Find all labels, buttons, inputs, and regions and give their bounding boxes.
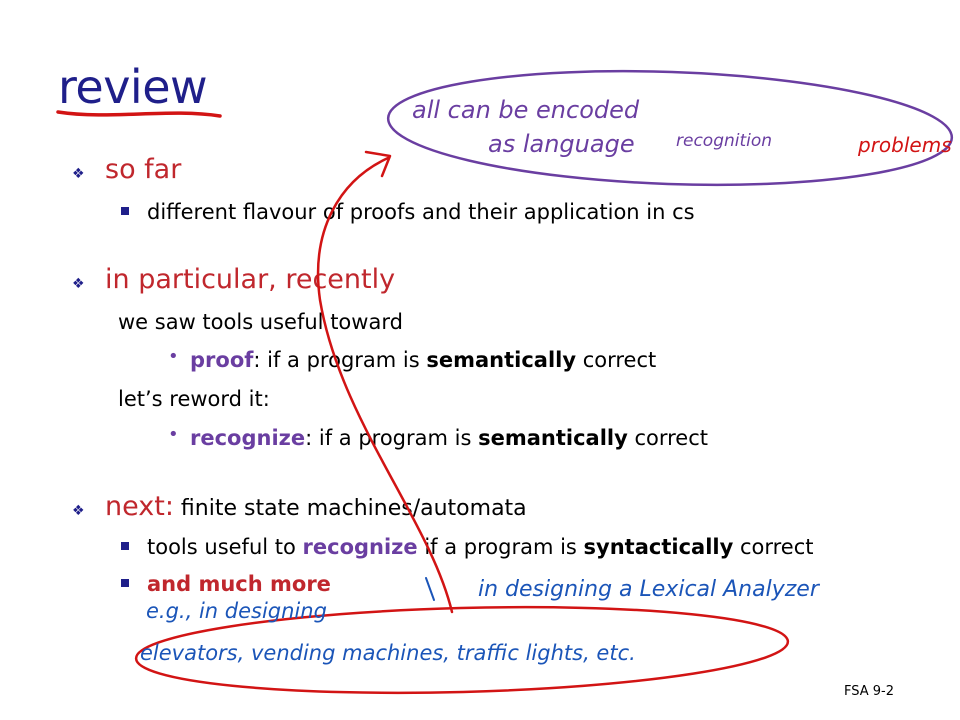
red-arrow-curve-icon xyxy=(316,156,454,614)
lexer-note: in designing a Lexical Analyzer xyxy=(478,577,821,602)
ink-annotations: all can be encoded as language recogniti… xyxy=(56,69,954,695)
note-line2c: problems xyxy=(857,133,952,157)
note-line2a: as language xyxy=(488,130,635,158)
examples-note: elevators, vending machines, traffic lig… xyxy=(140,641,636,665)
title-underline-icon xyxy=(56,110,222,118)
note-line2b: recognition xyxy=(676,131,772,151)
blue-tick-icon xyxy=(425,577,435,601)
eg-note: e.g., in designing xyxy=(146,599,327,623)
note-line1: all can be encoded xyxy=(412,96,640,124)
purple-oval-icon xyxy=(386,69,954,187)
